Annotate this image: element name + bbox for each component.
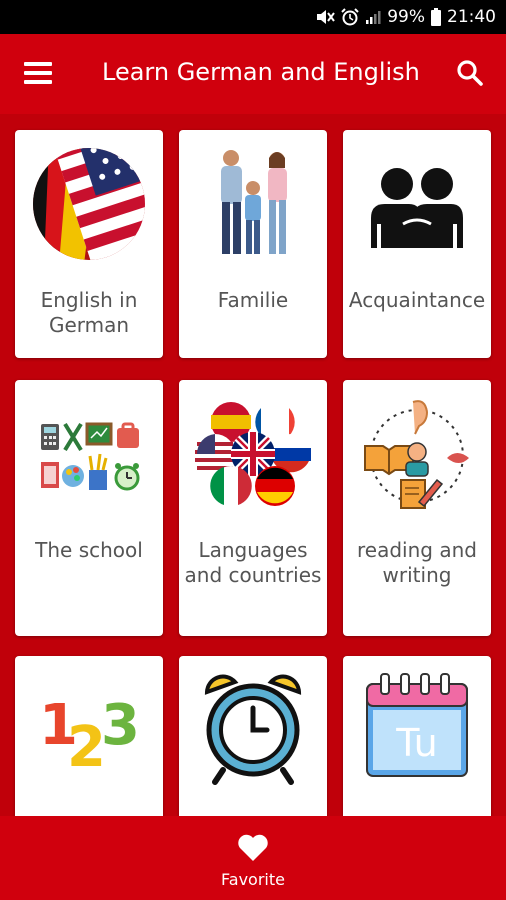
category-card-numbers[interactable]: 1 2 3 xyxy=(15,656,163,816)
world-flags-icon xyxy=(195,402,311,506)
favorite-button[interactable]: Favorite xyxy=(203,828,303,894)
app-title: Learn German and English xyxy=(102,58,420,86)
alarm-icon xyxy=(341,8,359,26)
search-button[interactable] xyxy=(456,59,484,87)
menu-icon-line xyxy=(24,62,52,66)
bottom-bar: Favorite xyxy=(0,816,506,900)
svg-text:3: 3 xyxy=(101,693,140,758)
reading-writing-icon xyxy=(364,400,469,509)
category-label: English in German xyxy=(40,288,138,337)
mute-icon xyxy=(317,10,336,24)
status-bar: 99% 21:40 xyxy=(0,0,506,34)
category-label: reading and writing xyxy=(357,538,477,587)
menu-button[interactable] xyxy=(24,60,54,86)
clock: 21:40 xyxy=(447,7,496,27)
category-card-languages-and-countries[interactable]: Languages and countries xyxy=(179,380,327,636)
numbers-123-icon: 1 2 3 xyxy=(39,693,140,780)
calendar-icon: Tu xyxy=(366,673,468,777)
battery-icon xyxy=(431,8,441,26)
category-card-acquaintance[interactable]: Acquaintance xyxy=(343,130,491,358)
app-bar: Learn German and English xyxy=(0,34,506,114)
category-card-reading-and-writing[interactable]: reading and writing xyxy=(343,380,491,636)
school-supplies-icon xyxy=(41,422,140,491)
alarm-clock-icon xyxy=(204,674,302,785)
family-icon xyxy=(221,150,287,254)
menu-icon-line xyxy=(24,80,52,84)
category-label: Languages and countries xyxy=(184,538,322,587)
category-label: Familie xyxy=(217,288,289,312)
category-card-days[interactable]: Tu xyxy=(343,656,491,816)
search-icon xyxy=(457,60,483,86)
category-label: The school xyxy=(35,538,143,562)
calendar-day-text: Tu xyxy=(395,721,438,765)
category-label: Acquaintance xyxy=(348,288,486,312)
heart-icon xyxy=(238,834,268,861)
category-card-time[interactable] xyxy=(179,656,327,816)
category-card-familie[interactable]: Familie xyxy=(179,130,327,358)
signal-icon xyxy=(366,11,381,24)
category-card-the-school[interactable]: The school xyxy=(15,380,163,636)
battery-level: 99% xyxy=(387,7,425,27)
menu-icon-line xyxy=(24,71,52,75)
category-grid: English in German Familie Acquaintance T… xyxy=(0,114,506,816)
acquaintance-icon xyxy=(371,168,463,248)
category-card-english-in-german[interactable]: English in German xyxy=(15,130,163,358)
germany-usa-flags-icon xyxy=(33,148,145,260)
favorite-label: Favorite xyxy=(221,870,285,889)
